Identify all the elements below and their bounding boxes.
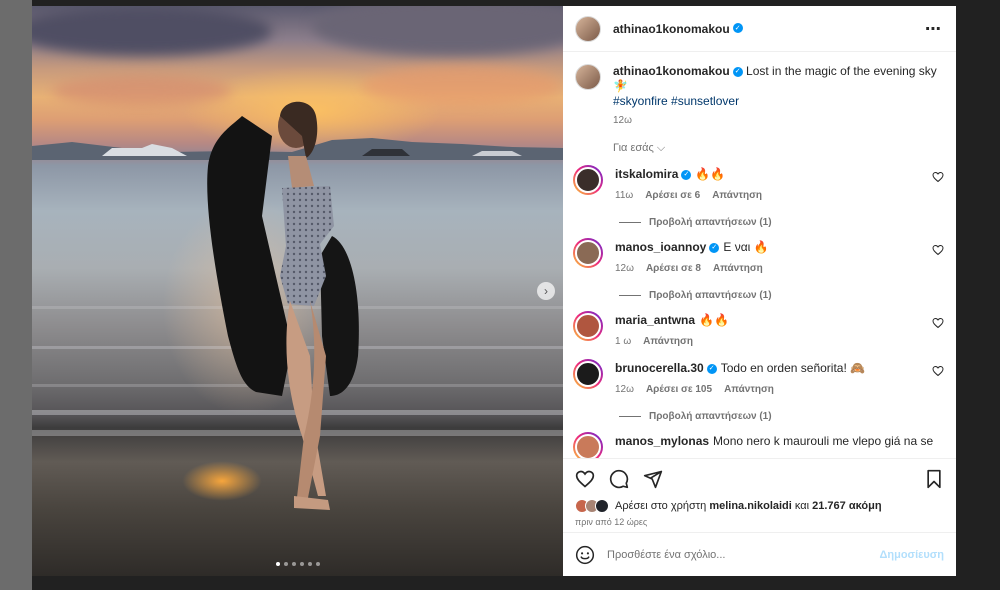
carousel-dot xyxy=(307,562,312,566)
author-username-wrap[interactable]: athinao1konomakou ✓ xyxy=(613,20,743,38)
background-feed-strip xyxy=(0,0,32,590)
share-icon[interactable] xyxy=(643,469,663,489)
verified-badge-icon: ✓ xyxy=(732,23,743,34)
liked-by-prefix: Αρέσει στο χρήστη xyxy=(615,500,707,512)
photo-cloud xyxy=(32,6,272,56)
commenter-username[interactable]: itskalomira xyxy=(615,167,678,181)
photo-figure xyxy=(207,101,359,510)
liked-by-row: Αρέσει στο χρήστη melina.nikolaidi και 2… xyxy=(575,499,944,513)
view-replies-button[interactable]: Προβολή απαντήσεων (1) xyxy=(619,290,944,301)
comment-item: itskalomira ✓ 🔥🔥 11ω Αρέσει σε 6 Απάντηση xyxy=(573,165,944,203)
comment-like-heart-icon[interactable] xyxy=(932,317,944,329)
commenter-username[interactable]: manos_mylonas xyxy=(615,434,709,448)
liked-by-joiner: και xyxy=(794,500,810,512)
comment-item: brunocerella.30 ✓ Todo en orden señorita! … xyxy=(573,359,944,397)
comments-list: itskalomira ✓ 🔥🔥 11ω Αρέσει σε 6 Απάντηση Προβ… xyxy=(573,165,944,458)
liker-avatar xyxy=(595,499,609,513)
carousel-dot xyxy=(291,562,296,566)
comment-filter-dropdown[interactable]: Για εσάς ⌵ xyxy=(613,142,944,155)
comment-like-heart-icon[interactable] xyxy=(932,171,944,183)
view-replies-label: Προβολή απαντήσεων (1) xyxy=(649,290,772,301)
comment-like-heart-icon[interactable] xyxy=(932,244,944,256)
comment-item: manos_mylonas Mono nero k maurouli me vle… xyxy=(573,432,944,458)
comment-age: 11ω xyxy=(615,190,634,201)
photo-cloud xyxy=(362,66,562,106)
commenter-avatar[interactable] xyxy=(573,432,603,458)
photo-cloud xyxy=(312,6,563,56)
author-avatar[interactable] xyxy=(575,15,601,42)
commenter-avatar[interactable] xyxy=(573,165,603,195)
commenter-username[interactable]: manos_ioannoy xyxy=(615,240,706,254)
comment-likes[interactable]: Αρέσει σε 6 xyxy=(645,188,700,203)
reply-button[interactable]: Απάντηση xyxy=(643,334,693,349)
emoji-icon[interactable] xyxy=(575,545,595,565)
comments-scroll-area[interactable]: athinao1konomakou ✓ Lost in the magic of … xyxy=(563,52,956,458)
view-replies-line xyxy=(619,295,641,296)
post-photo[interactable]: › xyxy=(32,6,563,576)
view-replies-line xyxy=(619,222,641,223)
caption-hashtags[interactable]: #skyonfire #sunsetlover xyxy=(613,94,739,108)
post-time-ago[interactable]: πριν από 12 ώρες xyxy=(575,517,944,527)
verified-badge-icon: ✓ xyxy=(706,363,717,374)
add-comment-bar: Δημοσίευση xyxy=(563,532,956,576)
comment-item: manos_ioannoy ✓ Ε ναι 🔥 12ω Αρέσει σε 8 Απάντ… xyxy=(573,238,944,276)
comment-likes[interactable]: Αρέσει σε 8 xyxy=(646,261,701,276)
liked-by-user[interactable]: melina.nikolaidi xyxy=(709,500,792,512)
verified-badge-icon: ✓ xyxy=(681,169,692,180)
commenter-username[interactable]: maria_antwna xyxy=(615,313,695,327)
post-modal: › athinao1konomakou ✓ ⋯ athinao1konomakou… xyxy=(32,6,956,576)
view-replies-label: Προβολή απαντήσεων (1) xyxy=(649,411,772,422)
post-side-panel: athinao1konomakou ✓ ⋯ athinao1konomakou ✓ … xyxy=(563,6,956,576)
view-replies-button[interactable]: Προβολή απαντήσεων (1) xyxy=(619,217,944,228)
author-username[interactable]: athinao1konomakou xyxy=(613,22,730,36)
comment-age: 12ω xyxy=(615,384,634,395)
reply-button[interactable]: Απάντηση xyxy=(712,188,762,203)
comment-input[interactable] xyxy=(607,548,868,561)
commenter-avatar[interactable] xyxy=(573,311,603,341)
caption-username[interactable]: athinao1konomakou xyxy=(613,64,730,78)
comment-icon[interactable] xyxy=(609,469,629,489)
carousel-dot xyxy=(299,562,304,566)
liker-avatars xyxy=(575,499,609,513)
more-options-icon[interactable]: ⋯ xyxy=(925,19,942,39)
post-comment-button[interactable]: Δημοσίευση xyxy=(879,549,944,561)
comment-filter-label: Για εσάς xyxy=(613,142,654,154)
post-header: athinao1konomakou ✓ ⋯ xyxy=(563,6,956,52)
carousel-dot xyxy=(275,562,280,566)
commenter-avatar[interactable] xyxy=(573,359,603,389)
caption-avatar[interactable] xyxy=(575,64,601,90)
view-replies-line xyxy=(619,416,641,417)
chevron-right-icon: › xyxy=(544,284,548,298)
comment-text: Ε ναι 🔥 xyxy=(723,240,769,254)
caption-age: 12ω xyxy=(613,115,632,126)
comment-text: 🔥🔥 xyxy=(699,313,729,327)
commenter-avatar[interactable] xyxy=(573,238,603,268)
heart-icon[interactable] xyxy=(575,469,595,489)
carousel-next-button[interactable]: › xyxy=(537,282,555,300)
comment-age: 12ω xyxy=(615,263,634,274)
verified-badge-icon: ✓ xyxy=(732,66,743,77)
chevron-down-icon: ⌵ xyxy=(656,142,666,154)
view-replies-label: Προβολή απαντήσεων (1) xyxy=(649,217,772,228)
comment-likes[interactable]: Αρέσει σε 105 xyxy=(646,382,712,397)
post-actions-bar: Αρέσει στο χρήστη melina.nikolaidi και 2… xyxy=(563,458,956,532)
carousel-dot xyxy=(315,562,320,566)
comment-item: maria_antwna 🔥🔥 1 ω Απάντηση xyxy=(573,311,944,349)
view-replies-button[interactable]: Προβολή απαντήσεων (1) xyxy=(619,411,944,422)
reply-button[interactable]: Απάντηση xyxy=(713,261,763,276)
carousel-dot xyxy=(283,562,288,566)
comment-text: 🔥🔥 xyxy=(695,167,726,181)
post-caption: athinao1konomakou ✓ Lost in the magic of … xyxy=(575,64,944,126)
reply-button[interactable]: Απάντηση xyxy=(724,382,774,397)
comment-text: Mono nero k maurouli me vlepo giá na se xyxy=(713,434,934,448)
verified-badge-icon: ✓ xyxy=(709,242,720,253)
liked-by-others[interactable]: 21.767 ακόμη xyxy=(812,500,881,512)
bookmark-icon[interactable] xyxy=(924,469,944,489)
commenter-username[interactable]: brunocerella.30 xyxy=(615,361,704,375)
comment-like-heart-icon[interactable] xyxy=(932,365,944,377)
carousel-dots xyxy=(32,562,563,566)
comment-age: 1 ω xyxy=(615,336,632,347)
comment-text: Todo en orden señorita! 🙈 xyxy=(720,361,866,375)
